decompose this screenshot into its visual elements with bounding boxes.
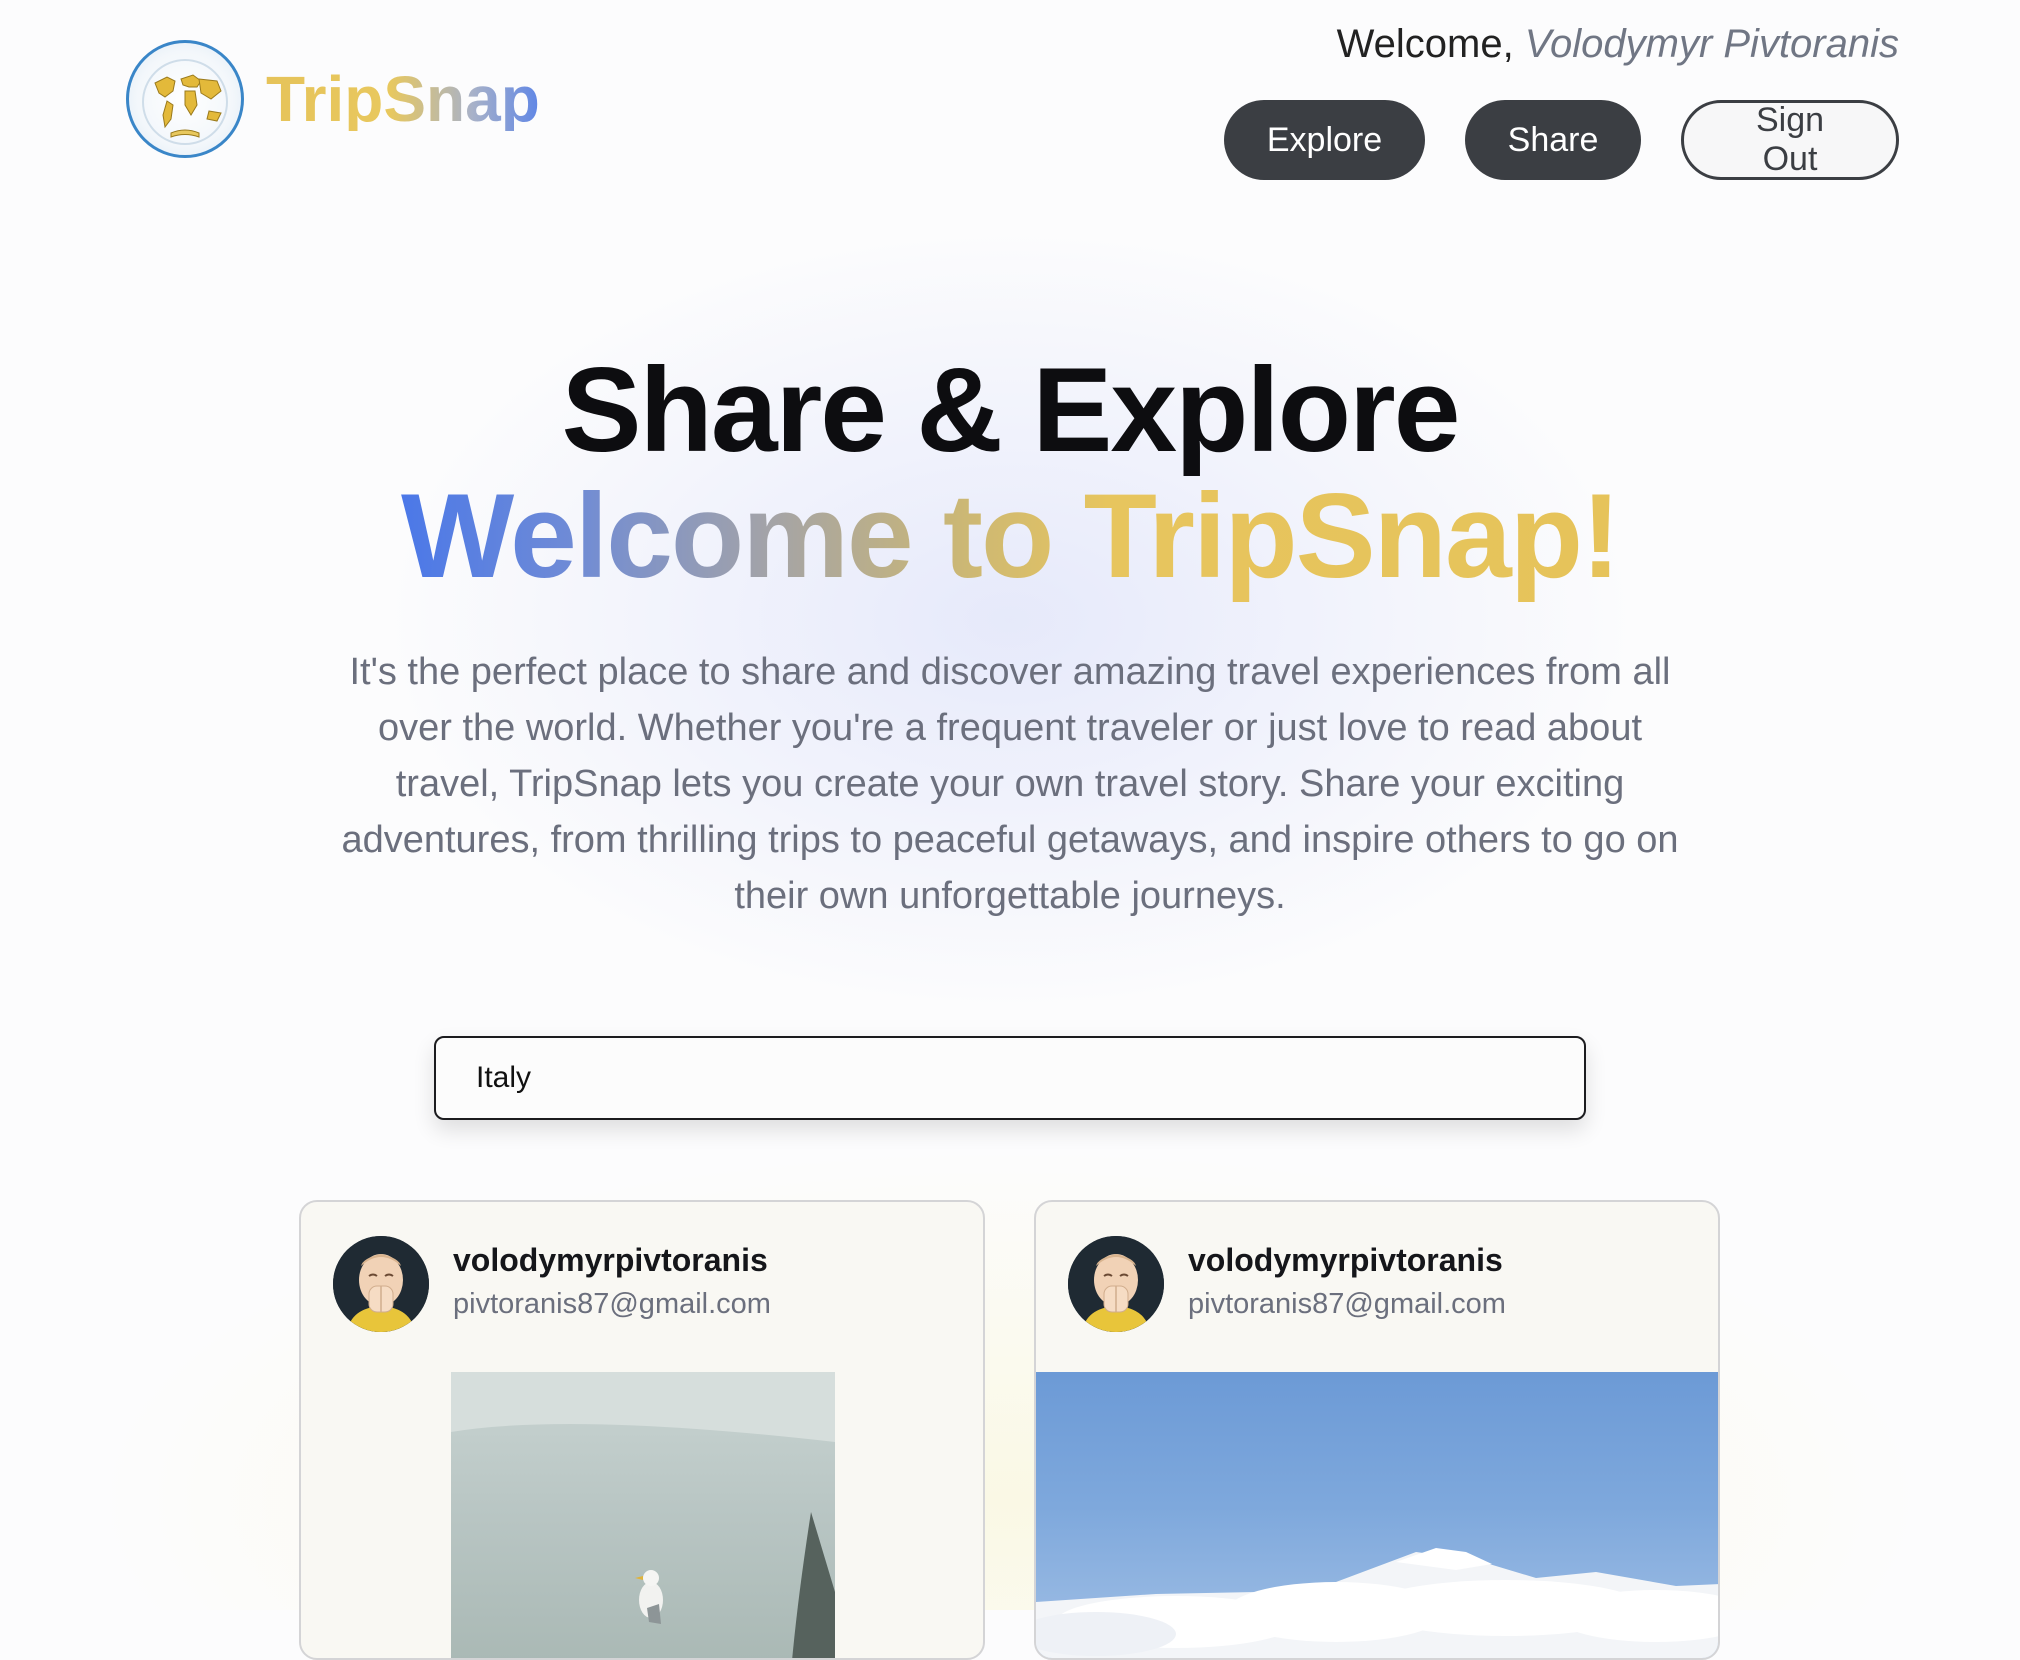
welcome-user-name: Volodymyr Pivtoranis bbox=[1524, 22, 1899, 66]
hero-description: It's the perfect place to share and disc… bbox=[341, 650, 1679, 917]
explore-button[interactable]: Explore bbox=[1224, 100, 1425, 180]
share-button[interactable]: Share bbox=[1465, 100, 1641, 180]
brand-logo[interactable]: TripSnap bbox=[126, 40, 540, 158]
hero-subtitle: Welcome to TripSnap! bbox=[401, 469, 1621, 603]
post-username[interactable]: volodymyrpivtoranis bbox=[453, 1242, 768, 1279]
world-map-globe-icon bbox=[126, 40, 244, 158]
search-input[interactable] bbox=[436, 1038, 1584, 1118]
top-navigation: TripSnap Welcome, Volodymyr Pivtoranis E… bbox=[0, 0, 2020, 200]
memoji-avatar-icon bbox=[1068, 1236, 1164, 1332]
post-image-mountain-clouds[interactable] bbox=[1036, 1372, 1718, 1658]
post-email: pivtoranis87@gmail.com bbox=[1188, 1288, 1506, 1320]
post-username[interactable]: volodymyrpivtoranis bbox=[1188, 1242, 1503, 1279]
post-email: pivtoranis87@gmail.com bbox=[453, 1288, 771, 1320]
post-image-coastal-seagull[interactable] bbox=[451, 1372, 835, 1658]
avatar[interactable] bbox=[1068, 1236, 1164, 1332]
post-card[interactable]: volodymyrpivtoranis pivtoranis87@gmail.c… bbox=[1034, 1200, 1720, 1660]
hero-section: Share & Explore Welcome to TripSnap! It'… bbox=[0, 350, 2020, 924]
hero-title: Share & Explore bbox=[561, 343, 1460, 477]
welcome-message: Welcome, Volodymyr Pivtoranis bbox=[1337, 22, 1899, 67]
memoji-avatar-icon bbox=[333, 1236, 429, 1332]
sign-out-button[interactable]: Sign Out bbox=[1681, 100, 1899, 180]
post-card[interactable]: volodymyrpivtoranis pivtoranis87@gmail.c… bbox=[299, 1200, 985, 1660]
avatar[interactable] bbox=[333, 1236, 429, 1332]
brand-name: TripSnap bbox=[266, 63, 540, 135]
welcome-prefix: Welcome, bbox=[1336, 22, 1525, 66]
search-bar bbox=[434, 1036, 1586, 1120]
nav-buttons: Explore Share Sign Out bbox=[1224, 100, 1899, 180]
